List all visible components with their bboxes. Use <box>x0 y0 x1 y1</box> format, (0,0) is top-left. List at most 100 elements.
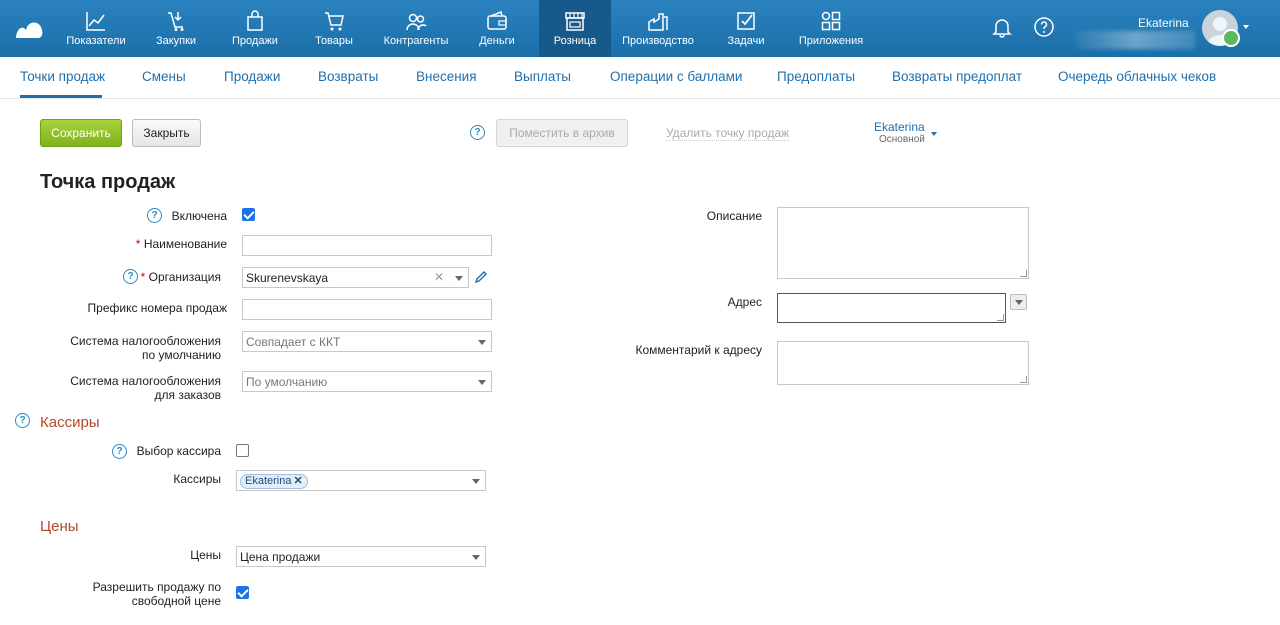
archive-button[interactable]: Поместить в архив <box>496 119 628 147</box>
description-label: Описание <box>706 209 762 223</box>
task-check-icon <box>737 12 755 30</box>
nav-item-apps[interactable]: Приложения <box>794 0 868 57</box>
resize-handle[interactable] <box>1020 270 1027 277</box>
close-button[interactable]: Закрыть <box>132 119 201 147</box>
name-input[interactable] <box>242 235 492 256</box>
chevron-down-icon[interactable] <box>1243 25 1249 29</box>
cart-arrow-icon <box>168 12 184 31</box>
organization-label: * Организация <box>138 270 221 284</box>
name-label: * Наименование <box>110 237 227 251</box>
people-icon <box>406 13 427 31</box>
prefix-label: Префикс номера продаж <box>87 301 227 315</box>
save-button[interactable]: Сохранить <box>40 119 122 147</box>
owner-role: Основной <box>879 134 925 145</box>
required-mark: * <box>135 237 141 251</box>
nav-label: Розница <box>553 35 597 47</box>
choose-cashier-checkbox[interactable] <box>236 444 249 457</box>
tab-prepayment-returns[interactable]: Возвраты предоплат <box>892 69 1022 84</box>
organization-value: Skurenevskaya <box>246 271 329 285</box>
store-badge-icon <box>1222 29 1240 47</box>
prices-label: Цены <box>190 548 221 562</box>
name-label-text: Наименование <box>143 237 227 251</box>
help-icon[interactable]: ? <box>470 125 485 140</box>
address-comment-label: Комментарий к адресу <box>635 343 762 357</box>
nav-item-retail[interactable]: Розница <box>539 0 611 57</box>
tab-deposits[interactable]: Внесения <box>416 69 477 84</box>
tab-points-operations[interactable]: Операции с баллами <box>610 69 742 84</box>
user-name[interactable]: Ekaterina <box>1138 16 1189 30</box>
top-navigation-bar: Показатели Закупки Продажи Товары Контра… <box>0 0 1280 57</box>
price-type-value: Цена продажи <box>240 550 321 564</box>
address-expand-button[interactable] <box>1010 294 1027 310</box>
shopping-bag-icon <box>247 10 263 31</box>
edit-pencil-icon[interactable] <box>474 270 488 284</box>
chevron-down-icon[interactable] <box>931 132 937 136</box>
cashier-tag[interactable]: Ekaterina ✕ <box>240 474 308 489</box>
tab-returns[interactable]: Возвраты <box>318 69 378 84</box>
cashiers-label: Кассиры <box>173 472 221 486</box>
nav-label: Контрагенты <box>383 35 449 47</box>
help-icon[interactable]: ? <box>123 269 138 284</box>
cashiers-multiselect[interactable]: Ekaterina ✕ <box>236 470 486 491</box>
owner-selector[interactable]: Ekaterina <box>874 120 925 134</box>
section-title-prices: Цены <box>40 518 79 535</box>
nav-label: Показатели <box>66 35 126 47</box>
tab-sales[interactable]: Продажи <box>224 69 280 84</box>
tax-default-value: Совпадает с ККТ <box>246 335 341 349</box>
tax-orders-select[interactable]: По умолчанию <box>242 371 492 392</box>
nav-item-indicators[interactable]: Показатели <box>60 0 132 57</box>
tab-shifts[interactable]: Смены <box>142 69 186 84</box>
delete-sales-point-link[interactable]: Удалить точку продаж <box>666 126 790 141</box>
tab-prepayments[interactable]: Предоплаты <box>777 69 855 84</box>
shopping-cart-icon <box>325 12 344 31</box>
section-title-cashiers: Кассиры <box>40 414 100 431</box>
enabled-checkbox[interactable] <box>242 208 255 221</box>
resize-handle[interactable] <box>997 314 1004 321</box>
help-icon[interactable]: ? <box>15 413 30 428</box>
nav-item-tasks[interactable]: Задачи <box>718 0 774 57</box>
apps-grid-icon <box>821 11 841 31</box>
app-logo-icon[interactable] <box>14 16 44 40</box>
help-icon[interactable]: ? <box>112 444 127 459</box>
nav-item-sales[interactable]: Продажи <box>224 0 286 57</box>
user-account-blurred <box>1075 31 1195 49</box>
tab-sales-points[interactable]: Точки продаж <box>20 69 105 84</box>
nav-item-money[interactable]: Деньги <box>470 0 524 57</box>
choose-cashier-label: Выбор кассира <box>136 444 221 458</box>
wallet-icon <box>487 10 507 30</box>
retail-subnav: Точки продаж Смены Продажи Возвраты Внес… <box>0 57 1280 99</box>
bell-icon[interactable] <box>991 16 1013 38</box>
page-title: Точка продаж <box>40 171 176 193</box>
nav-item-goods[interactable]: Товары <box>306 0 362 57</box>
nav-item-purchases[interactable]: Закупки <box>146 0 206 57</box>
nav-item-production[interactable]: Производство <box>618 0 698 57</box>
nav-item-counterparties[interactable]: Контрагенты <box>378 0 454 57</box>
help-circle-icon[interactable] <box>1033 16 1055 38</box>
description-textarea[interactable] <box>777 207 1029 279</box>
nav-label: Приложения <box>798 35 864 47</box>
tab-cloud-receipts-queue[interactable]: Очередь облачных чеков <box>1058 69 1216 84</box>
address-textarea[interactable] <box>777 293 1006 323</box>
address-label: Адрес <box>727 295 762 309</box>
nav-label: Товары <box>315 35 353 47</box>
tab-payouts[interactable]: Выплаты <box>514 69 571 84</box>
store-icon <box>565 12 585 31</box>
required-mark: * <box>140 270 146 284</box>
chevron-down-icon <box>478 380 486 385</box>
free-price-label: Разрешить продажу по свободной цене <box>92 580 221 608</box>
nav-label: Закупки <box>155 35 197 47</box>
chevron-down-icon <box>455 276 463 281</box>
address-comment-textarea[interactable] <box>777 341 1029 385</box>
resize-handle[interactable] <box>1020 376 1027 383</box>
price-type-select[interactable]: Цена продажи <box>236 546 486 567</box>
nav-label: Продажи <box>232 35 278 47</box>
free-price-checkbox[interactable] <box>236 586 249 599</box>
prefix-input[interactable] <box>242 299 492 320</box>
organization-select[interactable]: Skurenevskaya ✕ <box>242 267 469 288</box>
chevron-down-icon <box>478 340 486 345</box>
tax-default-select[interactable]: Совпадает с ККТ <box>242 331 492 352</box>
remove-tag-icon[interactable]: ✕ <box>293 475 302 487</box>
chevron-down-icon <box>472 479 480 484</box>
clear-icon[interactable]: ✕ <box>434 270 444 284</box>
nav-label: Задачи <box>727 35 765 47</box>
